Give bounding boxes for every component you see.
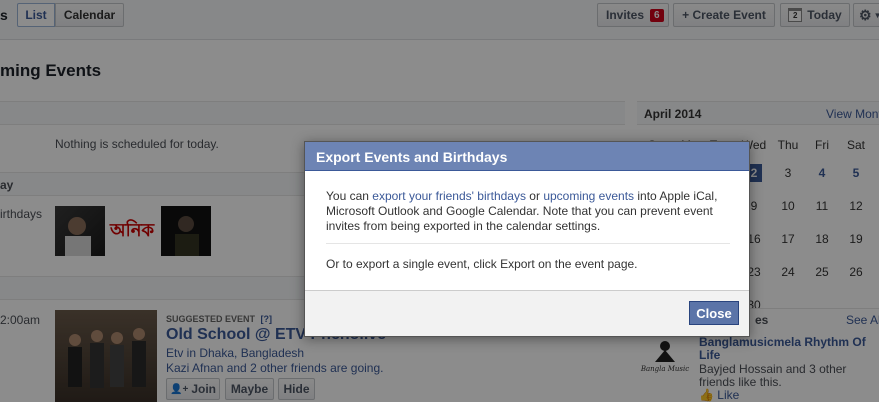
dialog-body: You can export your friends' birthdays o…	[305, 171, 749, 272]
dialog-text: or	[525, 189, 544, 203]
dialog-title: Export Events and Birthdays	[305, 142, 749, 171]
export-birthdays-link[interactable]: export your friends' birthdays	[372, 189, 526, 203]
close-button[interactable]: Close	[689, 301, 739, 325]
dialog-text: You can	[326, 189, 373, 203]
dialog-paragraph-1: You can export your friends' birthdays o…	[326, 189, 729, 234]
export-dialog: Export Events and Birthdays You can expo…	[304, 141, 750, 337]
dialog-divider	[326, 243, 730, 244]
export-events-link[interactable]: upcoming events	[543, 189, 634, 203]
dialog-footer: Close	[305, 290, 749, 336]
dialog-paragraph-2: Or to export a single event, click Expor…	[326, 257, 638, 271]
